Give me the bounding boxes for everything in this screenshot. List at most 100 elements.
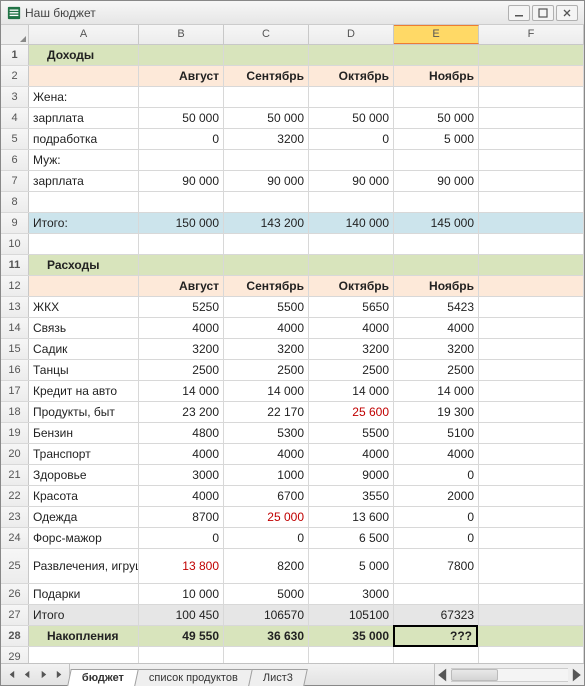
cell[interactable]: 35 000: [309, 626, 394, 646]
row-header[interactable]: 20: [1, 444, 29, 464]
cell[interactable]: Август: [139, 276, 224, 296]
row-header[interactable]: 4: [1, 108, 29, 128]
cell[interactable]: 0: [309, 129, 394, 149]
cell[interactable]: [479, 402, 584, 422]
tab-first-button[interactable]: [3, 667, 19, 683]
cell[interactable]: 90 000: [224, 171, 309, 191]
cell[interactable]: [29, 66, 139, 86]
minimize-button[interactable]: [508, 5, 530, 21]
cell[interactable]: 150 000: [139, 213, 224, 233]
cell[interactable]: [29, 647, 139, 663]
cell[interactable]: [224, 647, 309, 663]
cell[interactable]: [309, 234, 394, 254]
cell[interactable]: Накопления: [29, 626, 139, 646]
sheet-tab[interactable]: бюджет: [67, 669, 139, 686]
cell[interactable]: 5650: [309, 297, 394, 317]
cell[interactable]: Здоровье: [29, 465, 139, 485]
cell[interactable]: [394, 584, 479, 604]
cell[interactable]: [479, 150, 584, 170]
cell[interactable]: [139, 255, 224, 275]
tab-prev-button[interactable]: [19, 667, 35, 683]
cell[interactable]: 4000: [394, 444, 479, 464]
cell[interactable]: 105100: [309, 605, 394, 625]
cell[interactable]: Муж:: [29, 150, 139, 170]
cell[interactable]: 8200: [224, 549, 309, 583]
cell[interactable]: Продукты, быт: [29, 402, 139, 422]
cell[interactable]: Ноябрь: [394, 66, 479, 86]
cell[interactable]: 0: [224, 528, 309, 548]
cell[interactable]: Танцы: [29, 360, 139, 380]
cell[interactable]: [479, 45, 584, 65]
cell[interactable]: 3000: [139, 465, 224, 485]
cell[interactable]: зарплата: [29, 171, 139, 191]
cell[interactable]: Жена:: [29, 87, 139, 107]
row-header[interactable]: 21: [1, 465, 29, 485]
row-header[interactable]: 22: [1, 486, 29, 506]
cell[interactable]: 3200: [139, 339, 224, 359]
row-header[interactable]: 29: [1, 647, 29, 663]
row-header[interactable]: 6: [1, 150, 29, 170]
cell[interactable]: 25 600: [309, 402, 394, 422]
scroll-left-button[interactable]: [435, 668, 451, 682]
row-header[interactable]: 2: [1, 66, 29, 86]
row-header[interactable]: 24: [1, 528, 29, 548]
row-header[interactable]: 28: [1, 626, 29, 646]
cell[interactable]: Кредит на авто: [29, 381, 139, 401]
cell[interactable]: 4000: [139, 444, 224, 464]
scrollbar-thumb[interactable]: [451, 669, 498, 681]
cell[interactable]: [139, 234, 224, 254]
row-header[interactable]: 11: [1, 255, 29, 275]
row-header[interactable]: 12: [1, 276, 29, 296]
cell[interactable]: Одежда: [29, 507, 139, 527]
cell[interactable]: Октябрь: [309, 66, 394, 86]
cell[interactable]: 0: [394, 528, 479, 548]
cell[interactable]: 5423: [394, 297, 479, 317]
cell[interactable]: Подарки: [29, 584, 139, 604]
cell[interactable]: [479, 87, 584, 107]
cell[interactable]: ЖКХ: [29, 297, 139, 317]
cell[interactable]: [224, 87, 309, 107]
row-header[interactable]: 25: [1, 549, 29, 583]
cell[interactable]: 2000: [394, 486, 479, 506]
cell[interactable]: 90 000: [309, 171, 394, 191]
cell[interactable]: [479, 360, 584, 380]
cell[interactable]: 4000: [139, 318, 224, 338]
cell[interactable]: Расходы: [29, 255, 139, 275]
cell[interactable]: 23 200: [139, 402, 224, 422]
cell[interactable]: [394, 192, 479, 212]
cell[interactable]: Ноябрь: [394, 276, 479, 296]
cell[interactable]: 2500: [309, 360, 394, 380]
cell[interactable]: [479, 234, 584, 254]
cell[interactable]: [479, 528, 584, 548]
cell[interactable]: 4800: [139, 423, 224, 443]
cell[interactable]: [139, 192, 224, 212]
row-header[interactable]: 10: [1, 234, 29, 254]
cell[interactable]: [394, 647, 479, 663]
cell[interactable]: Транспорт: [29, 444, 139, 464]
sheet-tab[interactable]: Лист3: [248, 669, 308, 686]
cell[interactable]: 4000: [224, 318, 309, 338]
cell[interactable]: [479, 381, 584, 401]
cell[interactable]: 0: [394, 465, 479, 485]
cell[interactable]: 14 000: [139, 381, 224, 401]
row-header[interactable]: 3: [1, 87, 29, 107]
cell[interactable]: 19 300: [394, 402, 479, 422]
cell[interactable]: [479, 255, 584, 275]
cell[interactable]: 2500: [224, 360, 309, 380]
row-header[interactable]: 16: [1, 360, 29, 380]
row-header[interactable]: 17: [1, 381, 29, 401]
cell[interactable]: 3200: [224, 339, 309, 359]
cell[interactable]: 50 000: [394, 108, 479, 128]
row-header[interactable]: 26: [1, 584, 29, 604]
cell[interactable]: 67323: [394, 605, 479, 625]
cell[interactable]: 90 000: [139, 171, 224, 191]
cell[interactable]: 14 000: [224, 381, 309, 401]
cell[interactable]: 5 000: [309, 549, 394, 583]
cell[interactable]: Доходы: [29, 45, 139, 65]
column-header-c[interactable]: C: [224, 25, 309, 44]
cell[interactable]: [479, 339, 584, 359]
cell[interactable]: 4000: [139, 486, 224, 506]
cell[interactable]: 5300: [224, 423, 309, 443]
cell[interactable]: 2500: [139, 360, 224, 380]
cell[interactable]: 0: [394, 507, 479, 527]
